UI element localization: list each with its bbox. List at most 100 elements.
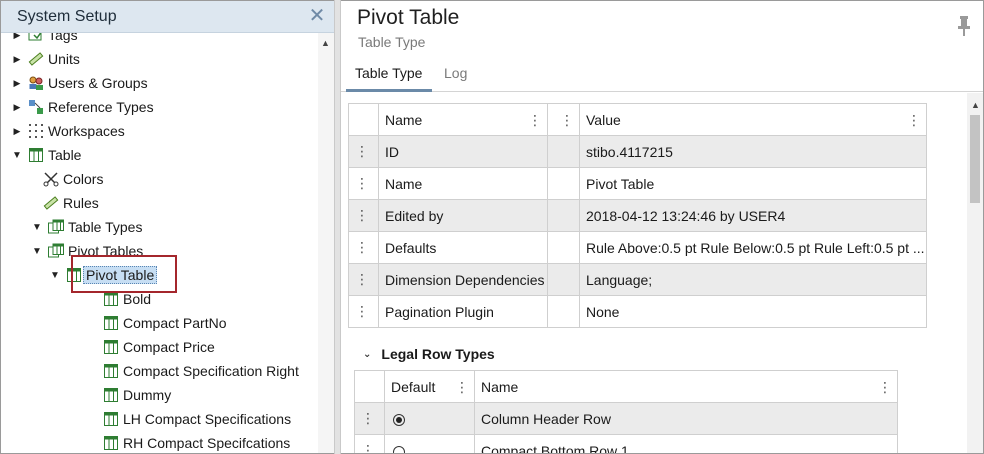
column-header-row-name[interactable]: Name ⋮ bbox=[474, 370, 898, 403]
tree-item-pivot-tables[interactable]: ▼ Pivot Tables bbox=[31, 240, 143, 262]
tree-item-units[interactable]: ▶ Units bbox=[11, 48, 80, 70]
property-blank-cell bbox=[547, 135, 580, 168]
tree-item-compact-specification-right[interactable]: Compact Specification Right bbox=[101, 360, 299, 382]
tree-item-label: Table bbox=[48, 147, 82, 163]
property-value[interactable]: 2018-04-12 13:24:46 by USER4 bbox=[579, 199, 927, 232]
column-header-name-label: Name bbox=[385, 111, 423, 128]
property-value[interactable]: Rule Above:0.5 pt Rule Below:0.5 pt Rule… bbox=[579, 231, 927, 264]
scroll-up-icon[interactable]: ▲ bbox=[971, 100, 980, 110]
collapse-arrow-icon[interactable]: ▼ bbox=[31, 222, 43, 233]
tree-item-compact-price[interactable]: Compact Price bbox=[101, 336, 215, 358]
tree-scrollbar[interactable]: ▲ bbox=[318, 33, 334, 453]
expand-arrow-icon[interactable]: ▶ bbox=[11, 54, 23, 65]
tree-item-compact-partno[interactable]: Compact PartNo bbox=[101, 312, 226, 334]
tree-item-label: Pivot Table bbox=[83, 266, 158, 284]
default-radio-cell[interactable] bbox=[384, 402, 475, 435]
tab-table-type[interactable]: Table Type bbox=[355, 65, 422, 81]
tree-item-label: Compact Price bbox=[123, 339, 215, 355]
column-header-handle bbox=[354, 370, 385, 403]
workspaces-icon bbox=[28, 123, 44, 139]
chevron-down-icon[interactable]: ⌄ bbox=[363, 349, 371, 360]
row-drag-handle-icon[interactable]: ⋮ bbox=[348, 295, 379, 328]
column-header-blank[interactable]: ⋮ bbox=[547, 103, 580, 136]
tree-item-tags[interactable]: ▶ Tags bbox=[11, 33, 78, 46]
row-type-name: Column Header Row bbox=[474, 402, 898, 435]
legal-row-type-row[interactable]: ⋮ Compact Bottom Row 1 bbox=[354, 434, 898, 453]
system-setup-panel: System Setup ✕ ▶ Tags ▶ Units ▶ Users & Group… bbox=[1, 1, 334, 453]
row-drag-handle-icon[interactable]: ⋮ bbox=[348, 167, 379, 200]
row-drag-handle-icon[interactable]: ⋮ bbox=[348, 263, 379, 296]
scroll-up-icon[interactable]: ▲ bbox=[321, 38, 330, 48]
row-drag-handle-icon[interactable]: ⋮ bbox=[348, 135, 379, 168]
column-menu-icon[interactable]: ⋮ bbox=[878, 379, 892, 396]
tree-item-table-types[interactable]: ▼ Table Types bbox=[31, 216, 142, 238]
tree-item-table[interactable]: ▼ Table bbox=[11, 144, 81, 166]
expand-arrow-icon[interactable]: ▶ bbox=[11, 102, 23, 113]
column-header-default[interactable]: Default ⋮ bbox=[384, 370, 475, 403]
legal-row-type-row[interactable]: ⋮ Column Header Row bbox=[354, 402, 898, 435]
property-value[interactable]: Pivot Table bbox=[579, 167, 927, 200]
scrollbar-thumb[interactable] bbox=[970, 115, 980, 203]
property-row[interactable]: ⋮ Edited by 2018-04-12 13:24:46 by USER4 bbox=[348, 199, 927, 232]
panel-header: System Setup ✕ bbox=[1, 1, 334, 33]
tree-item-pivot-table[interactable]: ▼ Pivot Table bbox=[49, 264, 158, 286]
tab-log[interactable]: Log bbox=[444, 65, 467, 81]
tree-item-rules[interactable]: Rules bbox=[41, 192, 99, 214]
property-value[interactable]: Language; bbox=[579, 263, 927, 296]
table-icon bbox=[103, 315, 119, 331]
table-types-icon bbox=[48, 243, 64, 259]
tree-item-label: Compact Specification Right bbox=[123, 363, 299, 379]
property-value[interactable]: stibo.4117215 bbox=[579, 135, 927, 168]
property-row[interactable]: ⋮ Name Pivot Table bbox=[348, 167, 927, 200]
tree-item-label: Dummy bbox=[123, 387, 172, 403]
pin-icon[interactable] bbox=[957, 15, 971, 37]
panel-splitter[interactable] bbox=[334, 0, 341, 454]
default-radio-cell[interactable] bbox=[384, 434, 475, 453]
collapse-arrow-icon[interactable]: ▼ bbox=[31, 246, 43, 257]
table-icon bbox=[103, 387, 119, 403]
tree-item-label: Rules bbox=[63, 195, 99, 211]
tree-item-lh-compact-specifications[interactable]: LH Compact Specifications bbox=[101, 408, 291, 430]
tree-item-users-groups[interactable]: ▶ Users & Groups bbox=[11, 72, 148, 94]
ruler-icon bbox=[28, 51, 44, 67]
property-row[interactable]: ⋮ ID stibo.4117215 bbox=[348, 135, 927, 168]
tree-item-reference-types[interactable]: ▶ Reference Types bbox=[11, 96, 154, 118]
row-drag-handle-icon[interactable]: ⋮ bbox=[348, 231, 379, 264]
column-menu-icon[interactable]: ⋮ bbox=[907, 112, 921, 129]
tree-item-workspaces[interactable]: ▶ Workspaces bbox=[11, 120, 125, 142]
property-row[interactable]: ⋮ Dimension Dependencies Language; bbox=[348, 263, 927, 296]
column-header-value[interactable]: Value ⋮ bbox=[579, 103, 927, 136]
row-drag-handle-icon[interactable]: ⋮ bbox=[354, 434, 385, 453]
collapse-arrow-icon[interactable]: ▼ bbox=[49, 270, 61, 281]
tree-item-label: Reference Types bbox=[48, 99, 154, 115]
column-menu-icon[interactable]: ⋮ bbox=[560, 112, 574, 129]
column-header-name[interactable]: Name ⋮ bbox=[378, 103, 548, 136]
expand-arrow-icon[interactable]: ▶ bbox=[11, 78, 23, 89]
tree-item-rh-compact-specifcations[interactable]: RH Compact Specifcations bbox=[101, 432, 290, 453]
tree-item-dummy[interactable]: Dummy bbox=[101, 384, 171, 406]
legal-row-types-section-header[interactable]: ⌄ Legal Row Types bbox=[363, 346, 495, 362]
table-icon bbox=[103, 411, 119, 427]
tree-item-label: Units bbox=[48, 51, 80, 67]
property-value[interactable]: None bbox=[579, 295, 927, 328]
tree-item-colors[interactable]: Colors bbox=[41, 168, 103, 190]
collapse-arrow-icon[interactable]: ▼ bbox=[11, 150, 23, 161]
property-row[interactable]: ⋮ Pagination Plugin None bbox=[348, 295, 927, 328]
row-drag-handle-icon[interactable]: ⋮ bbox=[354, 402, 385, 435]
column-header-default-label: Default bbox=[391, 378, 436, 395]
expand-arrow-icon[interactable]: ▶ bbox=[11, 33, 23, 41]
column-menu-icon[interactable]: ⋮ bbox=[455, 379, 469, 396]
default-radio[interactable] bbox=[393, 445, 405, 453]
close-icon[interactable]: ✕ bbox=[306, 6, 328, 28]
row-drag-handle-icon[interactable]: ⋮ bbox=[348, 199, 379, 232]
tree-item-bold[interactable]: Bold bbox=[101, 288, 151, 310]
tree-item-label: RH Compact Specifcations bbox=[123, 435, 291, 451]
default-radio[interactable] bbox=[393, 413, 405, 426]
expand-arrow-icon[interactable]: ▶ bbox=[11, 126, 23, 137]
table-icon bbox=[103, 435, 119, 451]
property-row[interactable]: ⋮ Defaults Rule Above:0.5 pt Rule Below:0.… bbox=[348, 231, 927, 264]
property-blank-cell bbox=[547, 263, 580, 296]
column-menu-icon[interactable]: ⋮ bbox=[528, 112, 542, 129]
property-blank-cell bbox=[547, 167, 580, 200]
content-scrollbar[interactable]: ▲ bbox=[967, 93, 983, 453]
